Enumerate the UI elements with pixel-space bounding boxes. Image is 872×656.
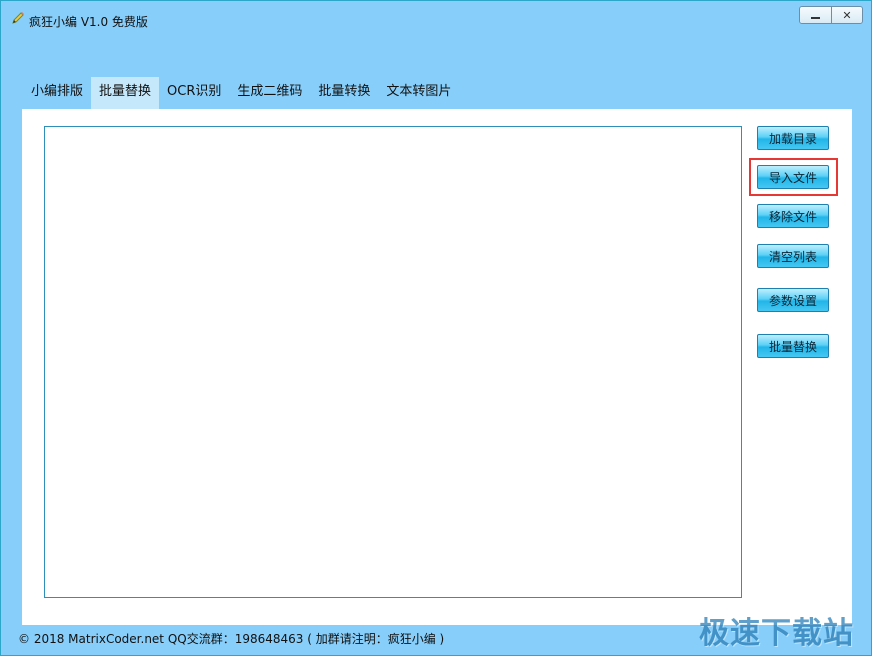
- close-icon: ✕: [842, 8, 852, 22]
- minimize-icon: [811, 17, 820, 19]
- batch-replace-panel: 加载目录 导入文件 移除文件 清空列表 参数设置 批量替换: [22, 109, 852, 625]
- app-window: 疯狂小编 V1.0 免费版 ✕ 小编排版 批量替换 OCR识别 生成二维码 批量…: [0, 0, 872, 656]
- close-button[interactable]: ✕: [831, 7, 862, 23]
- tab-qrcode[interactable]: 生成二维码: [229, 77, 310, 109]
- pencil-icon: [11, 11, 25, 25]
- remove-file-button[interactable]: 移除文件: [757, 204, 829, 228]
- tab-ocr[interactable]: OCR识别: [159, 77, 229, 109]
- status-bar: © 2018 MatrixCoder.net QQ交流群：198648463 (…: [18, 632, 445, 646]
- window-title: 疯狂小编 V1.0 免费版: [29, 15, 148, 29]
- tab-layout[interactable]: 小编排版: [23, 77, 91, 109]
- file-list[interactable]: [44, 126, 742, 598]
- tab-batch-replace[interactable]: 批量替换: [91, 77, 160, 109]
- import-file-button[interactable]: 导入文件: [757, 165, 829, 189]
- window-controls: ✕: [799, 6, 863, 24]
- watermark-logo: 极速下载站: [699, 616, 854, 651]
- minimize-button[interactable]: [800, 7, 831, 23]
- batch-replace-button[interactable]: 批量替换: [757, 334, 829, 358]
- tab-text-to-image[interactable]: 文本转图片: [378, 77, 459, 109]
- tab-batch-convert[interactable]: 批量转换: [310, 77, 378, 109]
- tab-strip: 小编排版 批量替换 OCR识别 生成二维码 批量转换 文本转图片: [23, 77, 459, 109]
- clear-list-button[interactable]: 清空列表: [757, 244, 829, 268]
- load-directory-button[interactable]: 加载目录: [757, 126, 829, 150]
- settings-button[interactable]: 参数设置: [757, 288, 829, 312]
- title-bar[interactable]: 疯狂小编 V1.0 免费版 ✕: [1, 1, 871, 37]
